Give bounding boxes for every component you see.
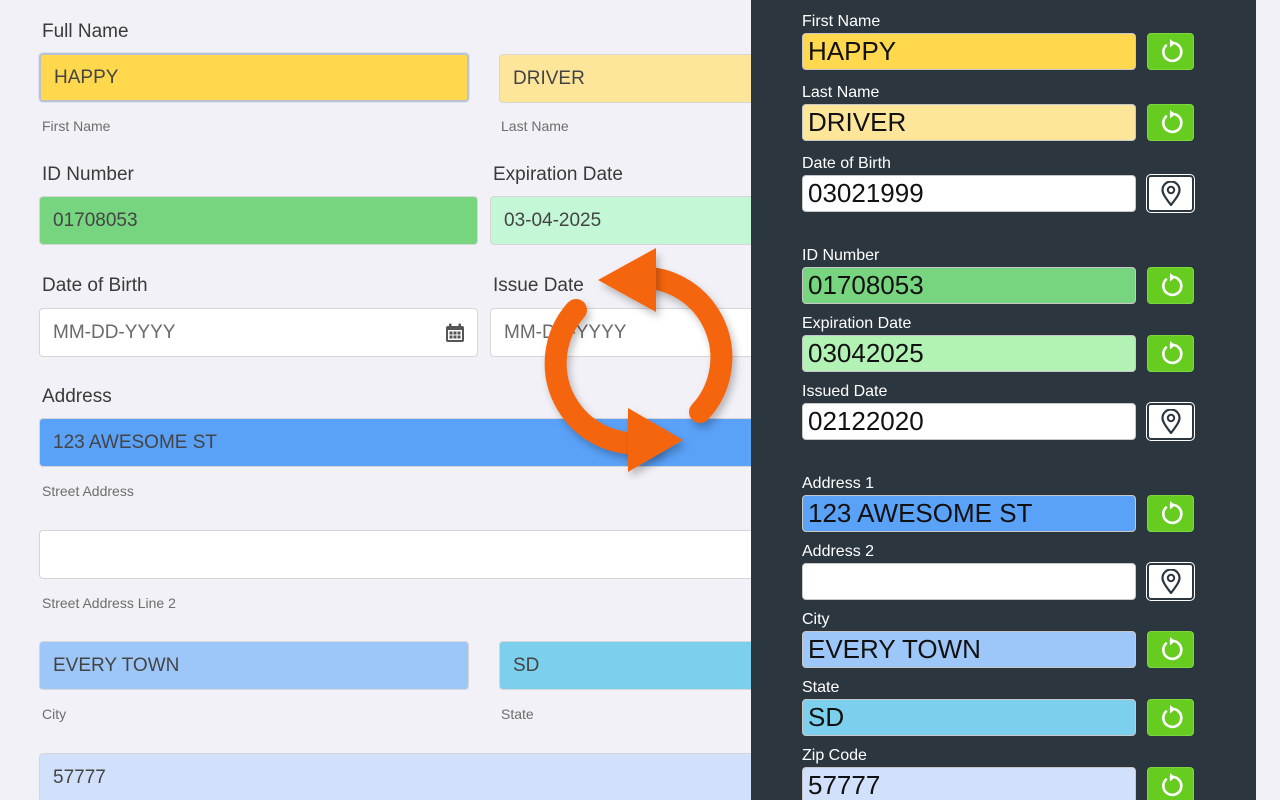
expiration-date-label: Expiration Date bbox=[493, 164, 623, 185]
panel-input-state[interactable]: SD bbox=[802, 699, 1136, 736]
locate-button-address-2[interactable] bbox=[1146, 562, 1195, 601]
refresh-icon bbox=[1161, 272, 1183, 296]
refresh-button-id-number[interactable] bbox=[1147, 267, 1194, 304]
refresh-button-address-1[interactable] bbox=[1147, 495, 1194, 532]
panel-input-id-number[interactable]: 01708053 bbox=[802, 267, 1136, 304]
panel-label-last-name: Last Name bbox=[802, 84, 880, 101]
street-address-line2-sublabel: Street Address Line 2 bbox=[42, 595, 176, 611]
full-name-label: Full Name bbox=[42, 21, 129, 42]
date-of-birth-placeholder: MM-DD-YYYY bbox=[53, 321, 176, 343]
refresh-button-city[interactable] bbox=[1147, 631, 1194, 668]
panel-label-address-2: Address 2 bbox=[802, 543, 875, 560]
street-address-line2-input[interactable] bbox=[39, 530, 779, 579]
state-input[interactable]: SD bbox=[499, 641, 779, 690]
panel-input-last-name[interactable]: DRIVER bbox=[802, 104, 1136, 141]
refresh-button-state[interactable] bbox=[1147, 699, 1194, 736]
refresh-icon bbox=[1161, 38, 1183, 62]
first-name-sublabel: First Name bbox=[42, 118, 111, 134]
refresh-icon bbox=[1161, 109, 1183, 133]
city-sublabel: City bbox=[42, 706, 67, 722]
panel-label-expiration-date: Expiration Date bbox=[802, 315, 912, 332]
expiration-date-input[interactable]: 03-04-2025 bbox=[490, 196, 780, 245]
panel-input-address-2[interactable] bbox=[802, 563, 1136, 600]
refresh-button-first-name[interactable] bbox=[1147, 33, 1194, 70]
address-label: Address bbox=[42, 386, 112, 407]
date-of-birth-input[interactable]: MM-DD-YYYY bbox=[39, 308, 478, 357]
panel-label-state: State bbox=[802, 679, 840, 696]
locate-button-issued-date[interactable] bbox=[1146, 402, 1195, 441]
locate-button-date-of-birth[interactable] bbox=[1146, 174, 1195, 213]
panel-input-date-of-birth[interactable]: 03021999 bbox=[802, 175, 1136, 212]
panel-label-first-name: First Name bbox=[802, 13, 881, 30]
refresh-icon bbox=[1161, 340, 1183, 364]
sync-arrows-icon bbox=[544, 248, 733, 472]
refresh-icon bbox=[1161, 772, 1183, 796]
id-number-input[interactable]: 01708053 bbox=[39, 196, 478, 245]
panel-label-address-1: Address 1 bbox=[802, 475, 875, 492]
state-sublabel: State bbox=[501, 706, 534, 722]
panel-input-first-name[interactable]: HAPPY bbox=[802, 33, 1136, 70]
refresh-button-last-name[interactable] bbox=[1147, 104, 1194, 141]
panel-input-zip-code[interactable]: 57777 bbox=[802, 767, 1136, 800]
calendar-icon[interactable] bbox=[445, 323, 465, 343]
map-pin-icon bbox=[1160, 568, 1181, 594]
zip-code-input[interactable]: 57777 bbox=[39, 753, 779, 800]
panel-label-city: City bbox=[802, 611, 830, 628]
refresh-icon bbox=[1161, 704, 1183, 728]
panel-input-address-1[interactable]: 123 AWESOME ST bbox=[802, 495, 1136, 532]
refresh-icon bbox=[1161, 636, 1183, 660]
last-name-sublabel: Last Name bbox=[501, 118, 569, 134]
panel-label-date-of-birth: Date of Birth bbox=[802, 155, 891, 172]
panel-input-city[interactable]: EVERY TOWN bbox=[802, 631, 1136, 668]
city-input[interactable]: EVERY TOWN bbox=[39, 641, 469, 690]
panel-label-zip-code: Zip Code bbox=[802, 747, 867, 764]
street-address-sublabel: Street Address bbox=[42, 483, 134, 499]
panel-label-issued-date: Issued Date bbox=[802, 383, 888, 400]
map-pin-icon bbox=[1160, 408, 1181, 434]
refresh-button-zip-code[interactable] bbox=[1147, 767, 1194, 800]
date-of-birth-label: Date of Birth bbox=[42, 275, 148, 296]
extension-panel: First Name HAPPY Last Name DRIVER Date o… bbox=[751, 0, 1256, 800]
refresh-button-expiration-date[interactable] bbox=[1147, 335, 1194, 372]
id-number-label: ID Number bbox=[42, 164, 134, 185]
map-pin-icon bbox=[1160, 180, 1181, 206]
panel-label-id-number: ID Number bbox=[802, 247, 880, 264]
first-name-input[interactable]: HAPPY bbox=[39, 53, 469, 102]
panel-input-issued-date[interactable]: 02122020 bbox=[802, 403, 1136, 440]
refresh-icon bbox=[1161, 500, 1183, 524]
panel-input-expiration-date[interactable]: 03042025 bbox=[802, 335, 1136, 372]
last-name-input[interactable]: DRIVER bbox=[499, 54, 779, 103]
